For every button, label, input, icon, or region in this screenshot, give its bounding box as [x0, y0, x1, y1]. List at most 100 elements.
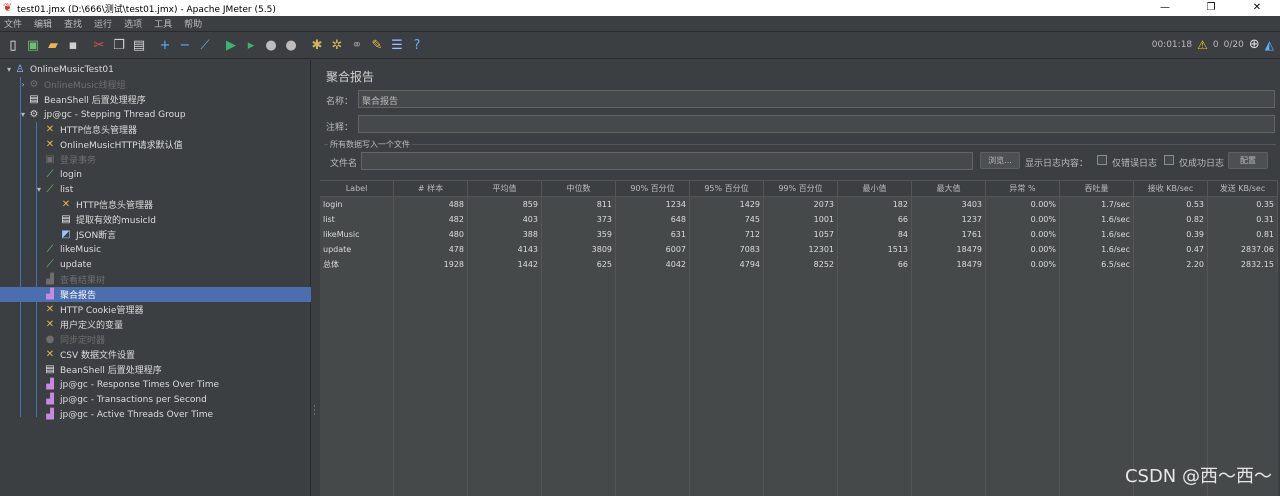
collapse-icon[interactable]: − — [176, 37, 194, 55]
column-header[interactable]: 吞吐量 — [1060, 181, 1134, 197]
menu-help[interactable]: 帮助 — [184, 17, 202, 30]
tree-node[interactable]: ✕ HTTP Cookie管理器 — [0, 302, 311, 317]
table-cell: 1234 — [616, 197, 690, 212]
table-cell: 0.81 — [1208, 227, 1278, 242]
tree-node-label: login — [60, 169, 82, 180]
logger-icon[interactable]: ◭ — [1265, 38, 1274, 52]
table-cell: 359 — [542, 227, 616, 242]
paste-icon[interactable]: ▤ — [130, 37, 148, 55]
table-cell: 18479 — [912, 257, 986, 272]
tree-node[interactable]: ◩ JSON断言 — [0, 227, 311, 242]
tree-node[interactable]: ▤ BeanShell 后置处理程序 — [0, 92, 311, 107]
tree-node[interactable]: ✕ 用户定义的变量 — [0, 317, 311, 332]
menu-tools[interactable]: 工具 — [154, 17, 172, 30]
column-header[interactable]: 异常 % — [986, 181, 1060, 197]
test-plan-icon: ♙ — [15, 64, 25, 75]
column-header[interactable]: 接收 KB/sec — [1134, 181, 1208, 197]
column-header[interactable]: # 样本 — [394, 181, 468, 197]
jmeter-feather-icon: ❦ — [3, 1, 13, 14]
tree-node[interactable]: ● 同步定时器 — [0, 332, 311, 347]
help-icon[interactable]: ? — [408, 37, 426, 55]
toggle-icon[interactable]: ⟋ — [196, 37, 214, 55]
column-header[interactable]: 99% 百分位 — [764, 181, 838, 197]
shutdown-icon[interactable]: ● — [282, 37, 300, 55]
window-title: test01.jmx (D:\666\测试\test01.jmx) - Apac… — [17, 4, 276, 15]
csdn-watermark: CSDN @西～西～ — [1124, 466, 1272, 487]
expand-icon[interactable]: + — [156, 37, 174, 55]
table-row[interactable]: update 478 4143 3809 6007 7083 12301 1513 18479 0… — [320, 242, 1278, 257]
tree-node[interactable]: ✕ HTTP信息头管理器 — [0, 197, 311, 212]
templates-icon[interactable]: ▣ — [24, 37, 42, 55]
table-row[interactable]: login 488 859 811 1234 1429 2073 182 3403 0.00% 1.… — [320, 197, 1278, 212]
table-cell: 84 — [838, 227, 912, 242]
tree-node[interactable]: ▤ 提取有效的musicId — [0, 212, 311, 227]
open-folder-icon[interactable]: ▰ — [44, 37, 62, 55]
start-no-pauses-icon[interactable]: ▸ — [242, 37, 260, 55]
remote-icon[interactable]: ⊕ — [1249, 37, 1260, 52]
menu-file[interactable]: 文件 — [4, 17, 22, 30]
save-icon[interactable]: ▪ — [64, 37, 82, 55]
comment-input[interactable] — [358, 115, 1275, 133]
tree-node[interactable]: › ⚙ OnlineMusic线程组 — [0, 77, 311, 92]
column-header[interactable]: 95% 百分位 — [690, 181, 764, 197]
column-header[interactable]: 中位数 — [542, 181, 616, 197]
test-plan-tree[interactable]: ▾ ♙ OnlineMusicTest01 › ⚙ OnlineMusic线程组 ▤ Bean… — [0, 60, 311, 496]
tree-node[interactable]: ▟ jp@gc - Response Times Over Time — [0, 377, 311, 392]
table-row[interactable]: 总体 1928 1442 625 4042 4794 8252 66 18479 0.00% 6.5… — [320, 257, 1278, 272]
search-binoculars-icon[interactable]: ⚭ — [348, 37, 366, 55]
table-cell: likeMusic — [320, 227, 394, 242]
column-divider — [1207, 197, 1208, 496]
stop-icon[interactable]: ● — [262, 37, 280, 55]
warning-icon[interactable]: ⚠ — [1197, 38, 1208, 52]
name-input[interactable]: 聚合报告 — [358, 90, 1275, 108]
cut-icon[interactable]: ✂ — [90, 37, 108, 55]
column-header[interactable]: 最大值 — [912, 181, 986, 197]
tree-expand-toggle-icon[interactable]: ▾ — [4, 65, 14, 74]
clear-all-icon[interactable]: ✲ — [328, 37, 346, 55]
column-header[interactable]: 最小值 — [838, 181, 912, 197]
menu-search[interactable]: 查找 — [64, 17, 82, 30]
new-file-icon[interactable]: ▯ — [4, 37, 22, 55]
tree-node[interactable]: ▟ jp@gc - Transactions per Second — [0, 392, 311, 407]
close-button[interactable]: ✕ — [1234, 0, 1280, 16]
tree-node[interactable]: ⟋ login — [0, 167, 311, 182]
success-only-checkbox[interactable] — [1164, 155, 1174, 165]
start-icon[interactable]: ▶ — [222, 37, 240, 55]
table-row[interactable]: list 482 403 373 648 745 1001 66 1237 0.00% 1.6/se… — [320, 212, 1278, 227]
tree-node[interactable]: ✕ OnlineMusicHTTP请求默认值 — [0, 137, 311, 152]
chart-icon: ▟ — [46, 289, 54, 300]
tree-node[interactable]: ▣ 登录事务 — [0, 152, 311, 167]
tree-node[interactable]: ▟ 查看结果树 — [0, 272, 311, 287]
function-helper-icon[interactable]: ☰ — [388, 37, 406, 55]
errors-only-checkbox[interactable] — [1097, 155, 1107, 165]
copy-icon[interactable]: ❐ — [110, 37, 128, 55]
clear-icon[interactable]: ✱ — [308, 37, 326, 55]
browse-button[interactable]: 浏览... — [980, 152, 1020, 169]
splitter-grip-icon[interactable]: · · · — [313, 403, 316, 420]
tree-node[interactable]: ✕ CSV 数据文件设置 — [0, 347, 311, 362]
filename-input[interactable] — [361, 152, 973, 170]
maximize-button[interactable]: ❐ — [1188, 0, 1234, 16]
active-threads: 0/20 — [1223, 39, 1244, 50]
tree-node[interactable]: ⟋ likeMusic — [0, 242, 311, 257]
column-header[interactable]: 发送 KB/sec — [1208, 181, 1278, 197]
tree-node[interactable]: ▾ ♙ OnlineMusicTest01 — [0, 62, 311, 77]
table-row[interactable]: likeMusic 480 388 359 631 712 1057 84 1761 0.00% 1… — [320, 227, 1278, 242]
menu-options[interactable]: 选项 — [124, 17, 142, 30]
reset-search-icon[interactable]: ✎ — [368, 37, 386, 55]
column-header[interactable]: Label — [320, 181, 394, 197]
column-header[interactable]: 平均值 — [468, 181, 542, 197]
tree-node[interactable]: ▟ jp@gc - Active Threads Over Time — [0, 407, 311, 422]
tree-node[interactable]: ✕ HTTP信息头管理器 — [0, 122, 311, 137]
menu-run[interactable]: 运行 — [94, 17, 112, 30]
tree-node[interactable]: ▾ ⟋ list — [0, 182, 311, 197]
tree-node[interactable]: ▤ BeanShell 后置处理程序 — [0, 362, 311, 377]
minimize-button[interactable]: — — [1142, 0, 1188, 16]
tree-node-label: HTTP Cookie管理器 — [60, 306, 144, 316]
tree-node[interactable]: ▾ ⚙ jp@gc - Stepping Thread Group — [0, 107, 311, 122]
tree-node[interactable]: ▟ 聚合报告 — [0, 287, 311, 302]
menu-edit[interactable]: 编辑 — [34, 17, 52, 30]
column-header[interactable]: 90% 百分位 — [616, 181, 690, 197]
configure-button[interactable]: 配置 — [1228, 152, 1268, 169]
tree-node[interactable]: ⟋ update — [0, 257, 311, 272]
